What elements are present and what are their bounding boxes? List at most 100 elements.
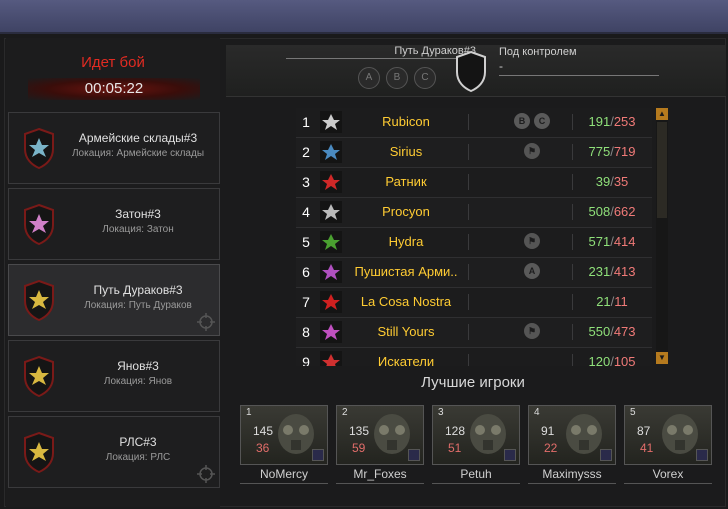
team-score: 231/413 [588,264,636,279]
player-clan-icon [312,449,324,461]
flag-icon: ⚑ [524,143,540,159]
team-score: 571/414 [588,234,636,249]
column-divider [468,144,469,160]
player-deaths: 41 [640,441,654,455]
crosshair-icon [197,465,215,483]
location-emblem-icon [24,431,54,473]
location-emblem-icon [24,279,54,321]
point-badge: A [524,263,540,279]
control-value: - [499,59,659,76]
player-card[interactable]: 3 128 51 Petuh [432,405,520,485]
checkpoint-name: Путь Дураков#3 [286,45,476,59]
location-emblem-icon [24,203,54,245]
team-rank: 3 [302,174,310,190]
team-row[interactable]: 5 Hydra ⚑ 571/414 [296,228,652,258]
team-row[interactable]: 7 La Cosa Nostra 21/11 [296,288,652,318]
player-portrait: 5 87 41 [624,405,712,465]
team-points: ⚑ [492,143,572,159]
team-score: 550/473 [588,324,636,339]
team-points: BC [492,113,572,129]
team-score: 120/105 [588,354,636,366]
clan-emblem-icon [320,201,342,223]
location-title: РЛС#3 [119,435,157,449]
checkpoint-b: B [386,67,408,89]
location-subtitle: Локация: Путь Дураков [84,300,192,311]
control-label: Под контролем [499,46,577,58]
point-badge: B [514,113,530,129]
location-subtitle: Локация: Янов [103,376,173,387]
team-row[interactable]: 9 Искатели 120/105 [296,348,652,366]
column-divider [468,174,469,190]
player-kills: 91 [541,424,555,438]
crosshair-icon [197,313,215,331]
teams-table: 1 Rubicon BC 191/253 2 Sirius ⚑ 775/719 3 … [296,108,652,366]
team-points: ⚑ [492,233,572,249]
player-card[interactable]: 1 145 36 NoMercy [240,405,328,485]
best-players-title: Лучшие игроки [421,374,525,391]
table-scrollbar[interactable]: ▲ ▼ [656,108,668,364]
player-deaths: 36 [256,441,270,455]
team-score: 39/35 [595,174,629,189]
team-points: ⚑ [492,323,572,339]
team-row[interactable]: 2 Sirius ⚑ 775/719 [296,138,652,168]
player-clan-icon [504,449,516,461]
location-card[interactable]: РЛС#3 Локация: РЛС [8,416,220,488]
locations-panel: Идет бой 00:05:22 Армейские склады#3 Лок… [6,38,220,507]
player-kills: 145 [253,424,274,438]
team-points: A [492,263,572,279]
scroll-up-arrow-icon[interactable]: ▲ [656,108,668,120]
team-row[interactable]: 8 Still Yours ⚑ 550/473 [296,318,652,348]
player-name: Petuh [432,467,520,484]
clan-emblem-icon [320,261,342,283]
team-name: Rubicon [382,114,430,129]
clan-emblem-icon [320,321,342,343]
column-divider [468,354,469,366]
team-row[interactable]: 4 Procyon 508/662 [296,198,652,228]
player-portrait: 2 135 59 [336,405,424,465]
team-name: Sirius [389,144,423,159]
location-card[interactable]: Затон#3 Локация: Затон [8,188,220,260]
location-subtitle: Локация: Затон [102,224,174,235]
team-rank: 5 [302,234,310,250]
team-name: La Cosa Nostra [360,294,452,309]
player-portrait: 4 91 22 [528,405,616,465]
team-rank: 4 [302,204,310,220]
team-row[interactable]: 6 Пушистая Арми.. A 231/413 [296,258,652,288]
player-place: 2 [342,407,348,418]
checkpoint-header: Путь Дураков#3 A B C Под контролем - [226,45,726,97]
flag-icon: ⚑ [524,323,540,339]
player-card[interactable]: 4 91 22 Maximysss [528,405,616,485]
player-kills: 135 [349,424,370,438]
column-divider [468,234,469,250]
team-score: 775/719 [588,144,636,159]
checkpoint-c: C [414,67,436,89]
team-score: 508/662 [588,204,636,219]
team-row[interactable]: 1 Rubicon BC 191/253 [296,108,652,138]
player-clan-icon [408,449,420,461]
location-card[interactable]: Путь Дураков#3 Локация: Путь Дураков [8,264,220,336]
team-row[interactable]: 3 Ратник 39/35 [296,168,652,198]
shield-icon [456,50,486,92]
player-name: NoMercy [240,467,328,484]
location-card[interactable]: Армейские склады#3 Локация: Армейские ск… [8,112,220,184]
checkpoint-letters: A B C [358,67,436,89]
player-kills: 128 [445,424,466,438]
location-card[interactable]: Янов#3 Локация: Янов [8,340,220,412]
player-card[interactable]: 2 135 59 Mr_Foxes [336,405,424,485]
player-deaths: 59 [352,441,366,455]
location-subtitle: Локация: РЛС [105,452,171,463]
column-divider [468,264,469,280]
player-deaths: 51 [448,441,462,455]
clan-emblem-icon [320,231,342,253]
team-name: Ратник [385,174,427,189]
team-score: 191/253 [588,114,636,129]
player-card[interactable]: 5 87 41 Vorex [624,405,712,485]
battle-timer: 00:05:22 [28,78,200,100]
team-name: Still Yours [377,324,435,339]
column-divider [468,114,469,130]
best-players-list: 1 145 36 NoMercy 2 135 59 Mr_Foxes 3 128… [240,405,712,485]
scroll-down-arrow-icon[interactable]: ▼ [656,352,668,364]
team-rank: 9 [302,354,310,366]
scroll-thumb[interactable] [657,122,667,218]
player-deaths: 22 [544,441,558,455]
